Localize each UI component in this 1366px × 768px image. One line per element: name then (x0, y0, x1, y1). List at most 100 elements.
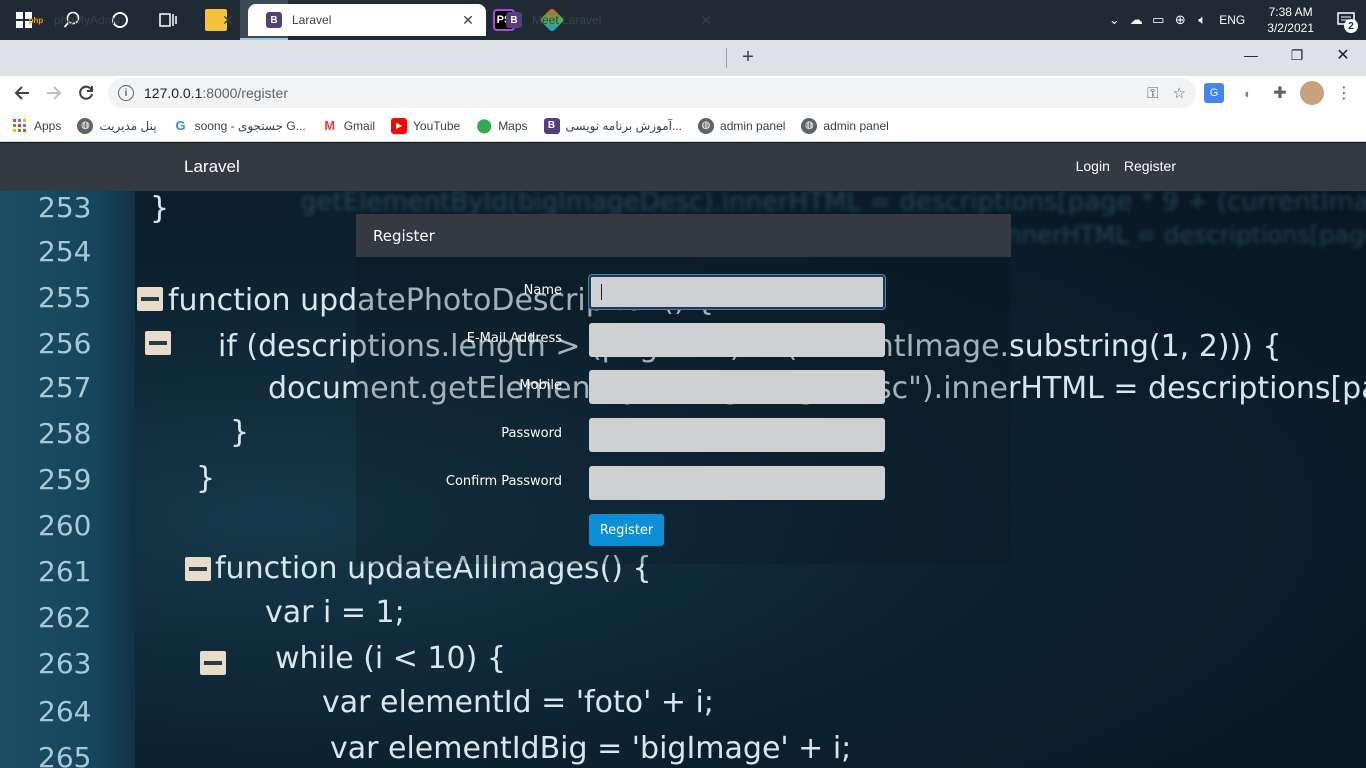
code-line: } (196, 461, 216, 496)
back-arrow-icon (14, 86, 29, 100)
close-tab-icon[interactable]: ✕ (460, 12, 476, 28)
chevron-up-icon[interactable]: ⌄ (1103, 0, 1125, 40)
network-icon[interactable]: ⊕ (1169, 0, 1191, 40)
line-number: 264 (38, 695, 92, 728)
bootstrap-icon: B (543, 117, 560, 134)
bookmark-label: YouTube (413, 118, 461, 133)
form-row-confirm-password: Confirm Password (356, 466, 1011, 500)
youtube-icon: ▶ (391, 117, 408, 134)
reload-button[interactable] (72, 79, 100, 107)
url-host: 127.0.0.1 (144, 85, 203, 101)
nav-login-link[interactable]: Login (1076, 158, 1110, 174)
bookmark-label: Apps (34, 118, 62, 133)
tab-laravel[interactable]: B Laravel ✕ (248, 4, 486, 36)
site-info-icon[interactable]: i (118, 85, 134, 101)
page-viewport: getElementById(bigImageDesc).innerHTML =… (0, 143, 1366, 768)
tab-title: phpMyAdmin (54, 13, 125, 27)
volume-icon[interactable]: 🔈︎ (1191, 0, 1213, 40)
back-button[interactable] (8, 79, 36, 107)
code-line: var elementIdBig = 'bigImage' + i; (330, 731, 852, 766)
gmail-icon: M (324, 118, 336, 133)
confirm-password-label: Confirm Password (445, 474, 562, 489)
line-number: 260 (38, 509, 92, 542)
bookmark-label: پنل مدیریت (99, 118, 157, 133)
line-number: 263 (38, 647, 92, 680)
bookmark-label: Maps (498, 118, 528, 133)
name-label: Name (523, 283, 562, 298)
bookmark-admin-panel-fa[interactable]: ◍ پنل مدیریت (77, 117, 157, 134)
battery-icon[interactable]: ▭ (1147, 0, 1169, 40)
google-translate-icon[interactable]: G (1204, 83, 1224, 103)
language-indicator[interactable]: ENG (1213, 13, 1255, 27)
maps-icon: ⬤ (476, 117, 493, 133)
password-label: Password (501, 426, 562, 441)
action-center-button[interactable]: 2 (1326, 0, 1366, 40)
profile-avatar[interactable] (1300, 81, 1324, 105)
line-number: 258 (38, 417, 92, 450)
phpmyadmin-favicon-icon: php (28, 15, 44, 25)
tab-meet-laravel[interactable]: B Meet Laravel ✕ (488, 4, 724, 36)
chrome-menu-icon[interactable]: ⋮ (1332, 81, 1356, 105)
code-line: var elementId = 'foto' + i; (322, 685, 714, 720)
clock-date: 3/2/2021 (1267, 21, 1314, 35)
tab-title: Laravel (292, 13, 332, 27)
google-icon: G (175, 118, 186, 133)
minimize-button[interactable]: — (1228, 40, 1274, 70)
forward-button[interactable] (40, 79, 68, 107)
bookmark-label: Gmail (343, 118, 376, 133)
bookmark-maps[interactable]: ⬤ Maps (476, 117, 528, 134)
mobile-input[interactable] (589, 370, 885, 404)
extension-circle-icon[interactable]: ◐ (1236, 81, 1260, 105)
bookmark-youtube[interactable]: ▶ YouTube (391, 117, 461, 134)
form-row-name: Name (356, 275, 1011, 309)
globe-icon: ◍ (801, 117, 818, 134)
fold-marker (200, 651, 226, 675)
navbar-brand[interactable]: Laravel (184, 157, 240, 177)
tab-separator (726, 48, 727, 68)
browser-toolbar: i 127.0.0.1:8000/register ⚿ ☆ G ◐ ✚ ⋮ (0, 76, 1366, 110)
fold-marker (145, 331, 171, 355)
name-input[interactable] (589, 275, 885, 309)
globe-icon: ◍ (698, 117, 715, 134)
reload-icon (79, 85, 93, 100)
close-tab-icon[interactable]: ✕ (698, 12, 714, 28)
bootstrap-favicon-icon: B (266, 12, 282, 28)
form-row-mobile: Mobile (356, 370, 1011, 404)
bookmark-apps[interactable]: Apps (12, 118, 61, 134)
new-tab-button[interactable]: + (736, 45, 760, 69)
bookmark-label: آموزش برنامه نویسی... (565, 118, 683, 133)
nav-register-link[interactable]: Register (1124, 158, 1176, 174)
line-number: 253 (38, 191, 92, 224)
notification-count: 2 (1344, 19, 1358, 33)
onedrive-icon[interactable]: ☁ (1125, 0, 1147, 40)
address-bar[interactable]: i 127.0.0.1:8000/register ⚿ ☆ (108, 78, 1196, 108)
tab-phpmyadmin[interactable]: php phpMyAdmin ✕ (10, 4, 246, 36)
url-path: :8000/register (202, 85, 288, 101)
fold-marker (185, 557, 211, 581)
bookmark-admin-panel-1[interactable]: ◍ admin panel (698, 117, 785, 134)
apps-icon (12, 118, 28, 134)
bookmark-programming-tutorial[interactable]: B آموزش برنامه نویسی... (543, 117, 683, 134)
register-submit-button[interactable]: Register (589, 514, 664, 546)
maximize-button[interactable]: ❐ (1274, 40, 1320, 70)
globe-icon: ◍ (77, 117, 94, 134)
bookmark-google-search[interactable]: G soong - جستجوی G... (173, 118, 306, 134)
bookmark-gmail[interactable]: M Gmail (322, 118, 375, 134)
code-line: while (i < 10) { (275, 641, 506, 676)
bookmark-star-icon[interactable]: ☆ (1173, 84, 1186, 102)
forward-arrow-icon (47, 86, 62, 100)
email-input[interactable] (589, 323, 885, 357)
form-row-password: Password (356, 418, 1011, 452)
navbar-links: Login Register (1076, 158, 1176, 174)
line-number: 262 (38, 601, 92, 634)
extensions-puzzle-icon[interactable]: ✚ (1268, 81, 1292, 105)
password-input[interactable] (589, 418, 885, 452)
bookmark-admin-panel-2[interactable]: ◍ admin panel (801, 117, 889, 134)
confirm-password-input[interactable] (589, 466, 885, 500)
email-label: E-Mail Address (466, 331, 562, 346)
clock[interactable]: 7:38 AM 3/2/2021 (1255, 4, 1326, 36)
close-tab-icon[interactable]: ✕ (220, 12, 236, 28)
key-icon[interactable]: ⚿ (1147, 85, 1158, 102)
close-window-button[interactable]: ✕ (1320, 40, 1366, 70)
clock-time: 7:38 AM (1268, 5, 1313, 19)
